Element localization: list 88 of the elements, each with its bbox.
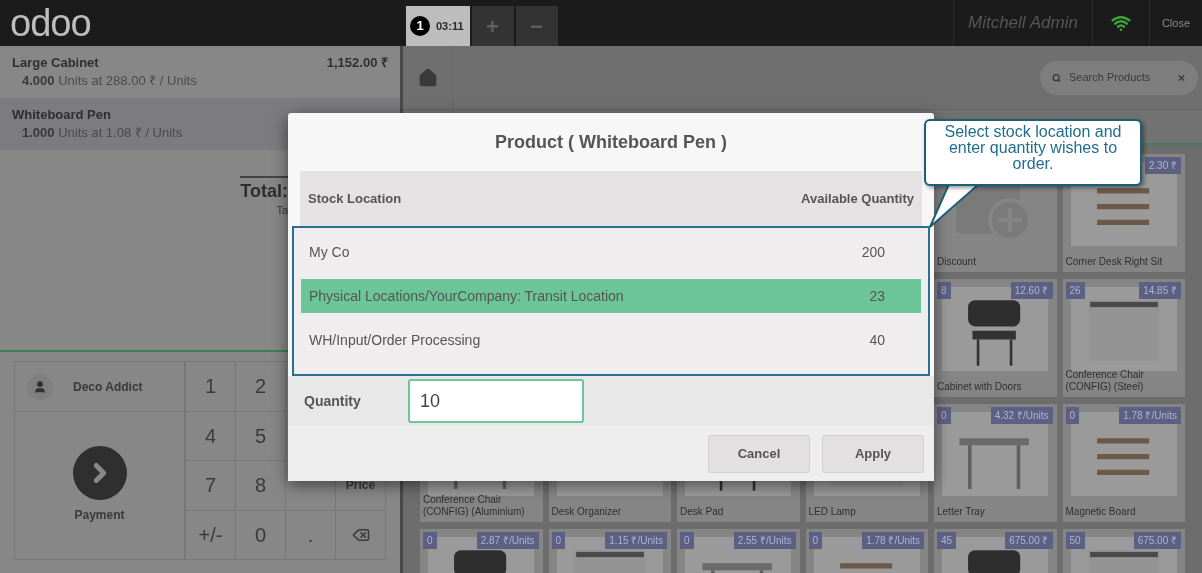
- product-card[interactable]: 0 2.87 ₹/Units: [420, 529, 543, 573]
- price-badge: 1.78 ₹/Units: [862, 532, 924, 549]
- product-card[interactable]: 0 1.15 ₹/Units: [548, 529, 671, 573]
- line-detail: 4.000 Units at 288.00 ₹ / Units: [21, 72, 197, 90]
- backspace-button[interactable]: [336, 510, 386, 560]
- taxes-label: Ta: [275, 203, 288, 218]
- column-header: Stock Location: [308, 189, 402, 208]
- order-line[interactable]: Large Cabinet 4.000 Units at 288.00 ₹ / Units 1,152.00 ₹: [0, 46, 400, 98]
- wifi-icon: [1110, 13, 1131, 33]
- payment-button[interactable]: Payment: [15, 412, 184, 558]
- location-row[interactable]: My Co 200: [301, 235, 921, 269]
- product-card[interactable]: 50 675.00 ₹: [1062, 529, 1185, 573]
- product-name: Desk Pad: [680, 506, 725, 518]
- numpad-key[interactable]: 8: [236, 461, 286, 511]
- product-name: Conference Chair (CONFIG) (Steel): [1065, 369, 1145, 393]
- stock-badge: 50: [1065, 532, 1085, 549]
- price-badge: 2.55 ₹/Units: [733, 532, 796, 549]
- customer-button[interactable]: Deco Addict: [15, 362, 184, 412]
- order-number: 1: [410, 16, 430, 36]
- quantity-field[interactable]: 10: [408, 379, 584, 423]
- order-time: 03:11: [436, 18, 465, 34]
- quantity-label: Quantity: [304, 391, 362, 411]
- numpad-key[interactable]: 1: [186, 362, 236, 412]
- stock-badge: 0: [937, 407, 951, 424]
- numpad-key[interactable]: 0: [236, 510, 286, 560]
- stock-badge: 0: [680, 532, 694, 549]
- available-quantity: 40: [869, 330, 885, 350]
- product-card[interactable]: 0 4.32 ₹/Units Letter Tray: [934, 404, 1057, 522]
- numpad-key[interactable]: 2: [236, 362, 286, 412]
- line-name: Large Cabinet: [12, 55, 100, 71]
- price-badge: 675.00 ₹: [1005, 532, 1053, 549]
- price-badge: 1.15 ₹/Units: [605, 532, 667, 549]
- location-row[interactable]: Physical Locations/YourCompany: Transit Location 23: [301, 279, 921, 313]
- cancel-button[interactable]: Cancel: [708, 434, 810, 473]
- price-badge: 14.85 ₹: [1139, 282, 1181, 299]
- price-badge: 2.30 ₹: [1144, 157, 1181, 174]
- numpad-key[interactable]: 7: [186, 461, 236, 511]
- location-name: Physical Locations/YourCompany: Transit Location: [309, 286, 624, 306]
- logo: odoo: [10, 4, 91, 42]
- location-row[interactable]: WH/Input/Order Processing 40: [301, 323, 921, 357]
- line-price: 1,152.00 ₹: [326, 55, 388, 72]
- dialog-title: Product ( Whiteboard Pen ): [495, 130, 727, 154]
- search-field[interactable]: Search Products: [1069, 69, 1169, 86]
- price-badge: 675.00 ₹: [1133, 532, 1181, 549]
- product-card[interactable]: 0 1.78 ₹/Units: [805, 529, 928, 573]
- location-name: WH/Input/Order Processing: [309, 330, 481, 350]
- product-card[interactable]: 0 2.55 ₹/Units: [677, 529, 800, 573]
- line-name: Whiteboard Pen: [12, 107, 112, 123]
- column-header: Available Quantity: [801, 189, 914, 208]
- stock-badge: 0: [808, 532, 823, 549]
- search-bar[interactable]: Search Products: [1040, 60, 1198, 95]
- product-card[interactable]: 8 12.60 ₹ Cabinet with Doors: [934, 279, 1057, 397]
- price-badge: 1.78 ₹/Units: [1119, 407, 1181, 424]
- apply-button[interactable]: Apply: [822, 434, 924, 473]
- product-name: Corner Desk Right Sit: [1065, 256, 1164, 268]
- stock-badge: 0: [423, 532, 437, 549]
- add-order-button[interactable]: +: [471, 6, 514, 46]
- product-name: Letter Tray: [937, 506, 986, 518]
- product-card[interactable]: 26 14.85 ₹ Conference Chair (CONFIG) (Steel): [1062, 279, 1185, 397]
- stock-badge: 45: [937, 532, 957, 549]
- numpad-key[interactable]: 4: [186, 411, 236, 461]
- stock-badge: 8: [937, 282, 951, 299]
- remove-order-button[interactable]: −: [515, 6, 558, 46]
- product-name: Magnetic Board: [1065, 506, 1137, 518]
- product-card[interactable]: 0 1.78 ₹/Units Magnetic Board: [1062, 404, 1185, 522]
- product-name: Conference Chair (CONFIG) (Aluminium): [423, 494, 526, 518]
- price-badge: 2.87 ₹/Units: [476, 532, 539, 549]
- available-quantity: 200: [861, 242, 885, 262]
- total-label: Total:: [240, 180, 288, 202]
- price-badge: 12.60 ₹: [1010, 282, 1053, 299]
- order-tab[interactable]: 1 03:11: [406, 6, 470, 46]
- user-icon: [33, 379, 47, 394]
- location-name: My Co: [309, 242, 350, 262]
- price-badge: 4.32 ₹/Units: [990, 407, 1053, 424]
- stock-badge: 0: [1065, 407, 1080, 424]
- numpad-key[interactable]: .: [286, 510, 336, 560]
- numpad-key[interactable]: 5: [236, 411, 286, 461]
- search-icon: [1052, 71, 1061, 84]
- numpad-key[interactable]: +/-: [186, 510, 236, 560]
- stock-badge: 0: [551, 532, 566, 549]
- home-icon: [417, 67, 438, 88]
- stock-badge: 26: [1065, 282, 1085, 299]
- product-card[interactable]: 45 675.00 ₹: [934, 529, 1057, 573]
- product-name: Discount: [937, 256, 977, 268]
- product-name: LED Lamp: [808, 506, 857, 518]
- product-name: Desk Organizer: [551, 506, 622, 518]
- product-name: Cabinet with Doors: [937, 381, 1023, 393]
- available-quantity: 23: [869, 286, 885, 306]
